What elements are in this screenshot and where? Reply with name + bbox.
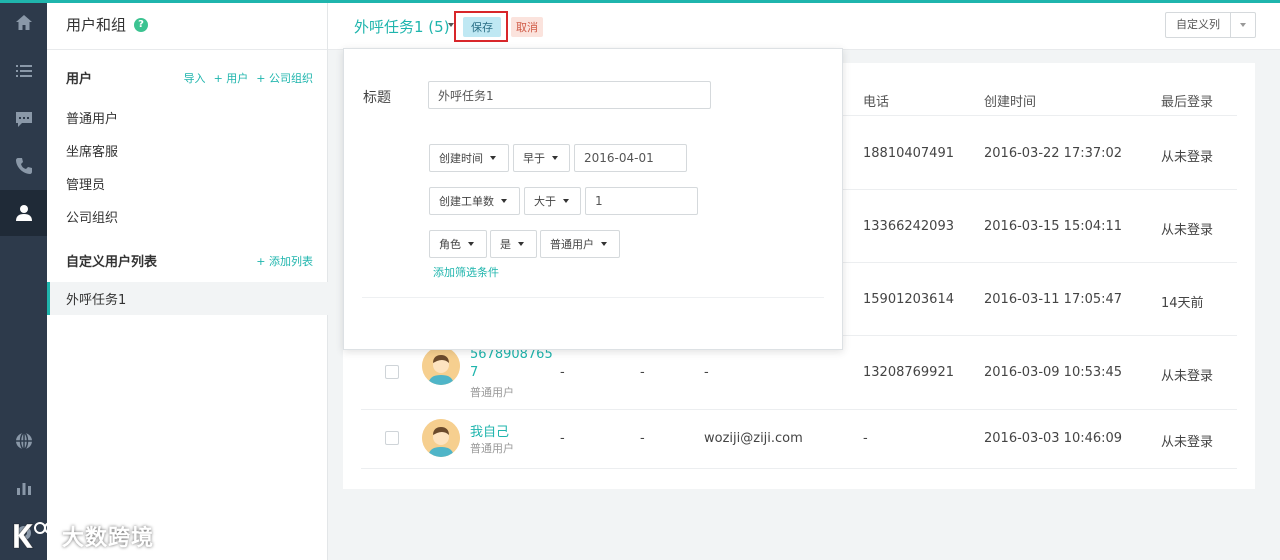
cancel-button[interactable]: 取消	[511, 17, 543, 37]
cell-last-login: 从未登录	[1161, 150, 1214, 165]
cell-phone: 15901203614	[863, 292, 954, 307]
phone-icon[interactable]	[0, 143, 47, 189]
help-icon[interactable]: ?	[134, 17, 149, 32]
cell-phone: 13366242093	[863, 219, 954, 234]
cell-created: 2016-03-15 15:04:11	[984, 219, 1123, 234]
panel-divider	[362, 297, 824, 298]
list-edit-panel: 标题 外呼任务1 创建时间 早于 2016-04-01 创建工单数 大于 1 角…	[343, 48, 843, 350]
chevron-down-icon	[518, 242, 524, 246]
user-role: 普通用户	[470, 386, 514, 399]
import-link[interactable]: 导入	[184, 70, 206, 86]
title-input[interactable]: 外呼任务1	[428, 81, 711, 109]
custom-lists-section-header: 自定义用户列表 + 添加列表	[66, 251, 313, 271]
filter-value-text: 普通用户	[550, 238, 594, 251]
users-groups-sidebar: 用户和组 ? 用户 导入 + 用户 + 公司组织 普通用户 坐席客服 管理员 公…	[47, 0, 328, 560]
sidebar-item-agents[interactable]: 坐席客服	[66, 141, 118, 160]
filter-date-input[interactable]: 2016-04-01	[574, 144, 687, 172]
filter-operator-value: 早于	[523, 152, 545, 165]
home-icon[interactable]	[0, 0, 47, 46]
user-icon[interactable]	[0, 190, 47, 236]
sidebar-item-companies[interactable]: 公司组织	[66, 207, 118, 226]
chevron-down-icon	[563, 199, 569, 203]
custom-lists-title: 自定义用户列表	[66, 255, 158, 270]
chevron-down-icon	[601, 242, 607, 246]
avatar	[422, 419, 460, 457]
filter-field-value: 角色	[439, 238, 461, 251]
column-header-created[interactable]: 创建时间	[984, 91, 1036, 110]
filter-field-value: 创建工单数	[439, 195, 494, 208]
icon-rail	[0, 0, 47, 560]
top-accent-line	[0, 0, 1280, 3]
watermark-logo-icon	[10, 520, 56, 552]
cell-created: 2016-03-22 17:37:02	[984, 146, 1123, 161]
cell-phone: 18810407491	[863, 146, 954, 161]
filter-operator-value: 是	[500, 238, 511, 251]
sidebar-item-label: 外呼任务1	[66, 293, 127, 308]
chevron-down-icon	[490, 156, 496, 160]
users-section-title: 用户	[66, 72, 93, 87]
cell-last-login: 14天前	[1161, 296, 1204, 311]
cell-last-login: 从未登录	[1161, 223, 1214, 238]
title-label: 标题	[363, 90, 391, 106]
cell-created: 2016-03-11 17:05:47	[984, 292, 1123, 307]
custom-columns-dropdown[interactable]: 自定义列	[1165, 12, 1256, 38]
avatar	[422, 347, 460, 385]
watermark-text: 大数跨境	[62, 526, 155, 551]
sidebar-item-outbound-task[interactable]: 外呼任务1	[47, 282, 328, 315]
cell-col-a: -	[560, 365, 565, 380]
sidebar-item-regular-users[interactable]: 普通用户	[66, 108, 118, 127]
cell-phone: 13208769921	[863, 365, 954, 380]
sidebar-item-admins[interactable]: 管理员	[66, 174, 105, 193]
filter-field-select[interactable]: 角色	[429, 230, 487, 258]
cell-last-login: 从未登录	[1161, 369, 1214, 384]
cell-email: -	[704, 365, 709, 380]
user-name-link[interactable]: 我自己	[470, 421, 509, 440]
chat-icon[interactable]	[0, 96, 47, 142]
save-button[interactable]: 保存	[463, 17, 501, 37]
row-checkbox[interactable]	[385, 365, 399, 379]
column-header-last-login[interactable]: 最后登录	[1161, 91, 1213, 110]
cell-col-b: -	[640, 431, 645, 446]
filter-value-select[interactable]: 普通用户	[540, 230, 620, 258]
row-divider	[361, 468, 1237, 469]
add-filter-link[interactable]: 添加筛选条件	[433, 264, 499, 280]
list-icon[interactable]	[0, 48, 47, 94]
cell-col-a: -	[560, 431, 565, 446]
filter-operator-value: 大于	[534, 195, 556, 208]
sidebar-title: 用户和组	[66, 16, 127, 34]
chevron-down-icon	[501, 199, 507, 203]
filter-number-input[interactable]: 1	[585, 187, 698, 215]
chevron-down-icon	[468, 242, 474, 246]
sidebar-header: 用户和组 ?	[47, 0, 327, 50]
filter-operator-select[interactable]: 大于	[524, 187, 581, 215]
filter-field-select[interactable]: 创建时间	[429, 144, 509, 172]
custom-columns-label[interactable]: 自定义列	[1166, 13, 1231, 37]
cell-created: 2016-03-09 10:53:45	[984, 365, 1123, 380]
cell-created: 2016-03-03 10:46:09	[984, 431, 1123, 446]
cell-email: woziji@ziji.com	[704, 431, 803, 446]
user-role: 普通用户	[470, 442, 514, 455]
add-company-link[interactable]: + 公司组织	[256, 70, 313, 86]
chevron-down-icon[interactable]	[1240, 23, 1246, 27]
filter-operator-select[interactable]: 早于	[513, 144, 570, 172]
filter-field-select[interactable]: 创建工单数	[429, 187, 520, 215]
users-section-header: 用户 导入 + 用户 + 公司组织	[66, 68, 313, 88]
row-divider	[361, 409, 1237, 410]
bar-chart-icon[interactable]	[0, 465, 47, 511]
globe-icon[interactable]	[0, 418, 47, 464]
filter-operator-select[interactable]: 是	[490, 230, 537, 258]
row-checkbox[interactable]	[385, 431, 399, 445]
cell-last-login: 从未登录	[1161, 435, 1214, 450]
filter-field-value: 创建时间	[439, 152, 483, 165]
column-header-phone[interactable]: 电话	[863, 91, 889, 110]
user-name-link-wrap[interactable]: 7	[470, 365, 478, 380]
add-user-link[interactable]: + 用户	[214, 70, 249, 86]
cell-col-b: -	[640, 365, 645, 380]
list-topbar: 外呼任务1 (5) 保存 取消 自定义列	[328, 0, 1280, 50]
chevron-down-icon	[552, 156, 558, 160]
watermark: 大数跨境	[10, 520, 154, 552]
list-title[interactable]: 外呼任务1 (5)	[354, 16, 450, 37]
add-list-link[interactable]: + 添加列表	[256, 253, 313, 269]
cell-phone: -	[863, 431, 868, 446]
